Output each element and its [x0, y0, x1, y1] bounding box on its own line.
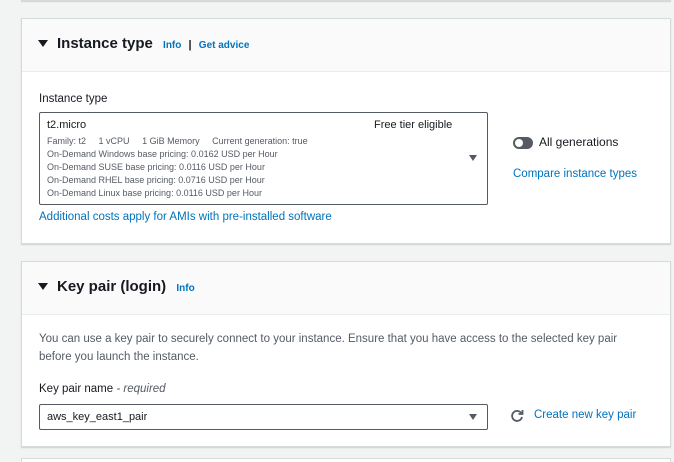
- create-new-key-pair-link[interactable]: Create new key pair: [534, 409, 636, 421]
- previous-panel-edge: [21, 0, 671, 1]
- key-pair-heading: Key pair (login) Info: [57, 278, 195, 295]
- key-pair-title: Key pair (login): [57, 278, 167, 295]
- pricing-linux: On-Demand Linux base pricing: 0.0116 USD…: [47, 188, 262, 198]
- instance-generation: Current generation: true: [212, 136, 308, 146]
- pricing-rhel: On-Demand RHEL base pricing: 0.0716 USD …: [47, 175, 265, 185]
- dropdown-arrow-icon: [469, 155, 477, 161]
- pricing-suse: On-Demand SUSE base pricing: 0.0116 USD …: [47, 162, 265, 172]
- instance-type-heading: Instance type Info | Get advice: [57, 35, 249, 52]
- instance-vcpu: 1 vCPU: [98, 136, 130, 146]
- instance-type-title: Instance type: [57, 35, 153, 52]
- key-pair-description: You can use a key pair to securely conne…: [39, 333, 618, 363]
- all-generations-label: All generations: [539, 135, 619, 149]
- compare-instance-types-link[interactable]: Compare instance types: [513, 168, 637, 180]
- collapse-caret-icon[interactable]: [38, 283, 48, 290]
- separator: |: [188, 39, 192, 51]
- key-pair-field-label: Key pair name - required: [39, 383, 166, 395]
- key-pair-panel: Key pair (login) Info You can use a key …: [21, 261, 671, 447]
- instance-memory: 1 GiB Memory: [142, 136, 200, 146]
- dropdown-arrow-icon: [469, 414, 477, 420]
- key-pair-info-link[interactable]: Info: [176, 283, 194, 294]
- required-indicator: - required: [116, 383, 166, 395]
- all-generations-toggle[interactable]: [513, 137, 533, 149]
- instance-type-header: Instance type Info | Get advice: [22, 19, 670, 72]
- collapse-caret-icon[interactable]: [38, 40, 48, 47]
- instance-specs: Family: t2 1 vCPU 1 GiB Memory Current g…: [47, 136, 318, 146]
- additional-costs-link[interactable]: Additional costs apply for AMIs with pre…: [39, 211, 332, 223]
- instance-type-select[interactable]: t2.micro Free tier eligible Family: t2 1…: [39, 112, 488, 205]
- refresh-icon[interactable]: [509, 408, 525, 424]
- instance-name: t2.micro: [47, 119, 87, 131]
- free-tier-badge: Free tier eligible: [374, 119, 453, 131]
- pricing-windows: On-Demand Windows base pricing: 0.0162 U…: [47, 149, 278, 159]
- key-pair-header: Key pair (login) Info: [22, 262, 670, 315]
- next-panel-edge: [21, 458, 671, 462]
- instance-family: Family: t2: [47, 136, 87, 146]
- key-pair-select[interactable]: aws_key_east1_pair: [39, 404, 488, 430]
- key-pair-name-label: Key pair name: [39, 383, 114, 395]
- instance-type-panel: Instance type Info | Get advice Instance…: [21, 18, 671, 244]
- instance-type-field-label: Instance type: [39, 93, 108, 105]
- instance-type-info-link[interactable]: Info: [163, 40, 181, 51]
- get-advice-link[interactable]: Get advice: [199, 40, 250, 51]
- key-pair-value: aws_key_east1_pair: [47, 411, 148, 423]
